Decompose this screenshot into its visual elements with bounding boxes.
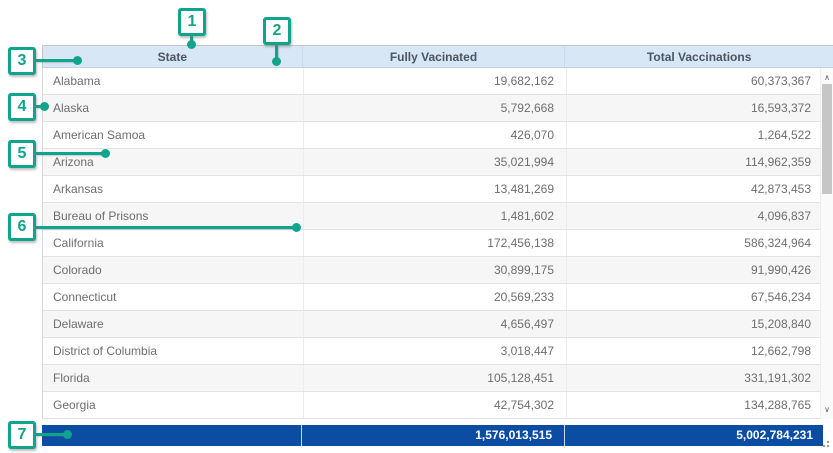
table-row-district-of-columbia[interactable]: District of Columbia 3,018,447 12,662,79… (43, 338, 821, 365)
cell-fully-vacinated: 5,792,668 (303, 95, 566, 121)
cell-fully-vacinated: 20,569,233 (303, 284, 566, 310)
cell-total-vaccinations: 60,373,367 (566, 68, 821, 94)
cell-total-vaccinations: 91,990,426 (566, 257, 821, 283)
callout-2-badge: 2 (263, 17, 291, 45)
summary-cell-state (42, 425, 302, 446)
cell-fully-vacinated: 105,128,451 (303, 365, 566, 391)
cell-total-vaccinations: 67,546,234 (566, 284, 821, 310)
cell-total-vaccinations: 114,962,359 (566, 149, 821, 175)
table-row-arkansas[interactable]: Arkansas 13,481,269 42,873,453 (43, 176, 821, 203)
cell-state: Georgia (43, 392, 303, 418)
table-row-alabama[interactable]: Alabama 19,682,162 60,373,367 (43, 68, 821, 95)
cell-state: Delaware (43, 311, 303, 337)
cell-state: Arkansas (43, 176, 303, 202)
callout-1-badge: 1 (178, 8, 206, 36)
callout-7-dot (63, 430, 72, 439)
scrollbar-thumb[interactable] (822, 84, 832, 194)
cell-state: Connecticut (43, 284, 303, 310)
callout-7-badge: 7 (8, 421, 36, 449)
cell-state: American Samoa (43, 122, 303, 148)
table-row-colorado[interactable]: Colorado 30,899,175 91,990,426 (43, 257, 821, 284)
summary-cell-total-vaccinations: 5,002,784,231 (565, 425, 823, 446)
table-widget-screenshot: State Fully Vacinated Total Vaccinations… (0, 0, 833, 453)
cell-total-vaccinations: 12,662,798 (566, 338, 821, 364)
callout-4-dot (40, 102, 49, 111)
cell-total-vaccinations: 331,191,302 (566, 365, 821, 391)
cell-fully-vacinated: 19,682,162 (303, 68, 566, 94)
table-row-delaware[interactable]: Delaware 4,656,497 15,208,840 (43, 311, 821, 338)
cell-fully-vacinated: 1,481,602 (303, 203, 566, 229)
cell-fully-vacinated: 426,070 (303, 122, 566, 148)
callout-5-badge: 5 (8, 140, 36, 168)
column-header-total-vaccinations[interactable]: Total Vaccinations (565, 46, 833, 67)
callout-6-line (36, 226, 294, 229)
cell-state: Colorado (43, 257, 303, 283)
callout-3-dot (73, 56, 82, 65)
cell-total-vaccinations: 586,324,964 (566, 230, 821, 256)
callout-5-dot (101, 149, 110, 158)
callout-5-line (36, 152, 103, 155)
column-header-fully-vacinated[interactable]: Fully Vacinated (303, 46, 566, 67)
callout-4-badge: 4 (8, 93, 36, 121)
cell-state: Florida (43, 365, 303, 391)
cell-total-vaccinations: 15,208,840 (566, 311, 821, 337)
cell-total-vaccinations: 1,264,522 (566, 122, 821, 148)
cell-total-vaccinations: 4,096,837 (566, 203, 821, 229)
callout-7-line (36, 433, 66, 436)
cell-total-vaccinations: 16,593,372 (566, 95, 821, 121)
cell-total-vaccinations: 42,873,453 (566, 176, 821, 202)
summary-totals-row: 1,576,013,515 5,002,784,231 (42, 425, 823, 446)
table-row-arizona[interactable]: Arizona 35,021,994 114,962,359 (43, 149, 821, 176)
table-body: Alabama 19,682,162 60,373,367 Alaska 5,7… (42, 68, 821, 419)
cell-fully-vacinated: 30,899,175 (303, 257, 566, 283)
scroll-up-icon[interactable]: ∧ (821, 70, 833, 85)
table-row-alaska[interactable]: Alaska 5,792,668 16,593,372 (43, 95, 821, 122)
table-row-american-samoa[interactable]: American Samoa 426,070 1,264,522 (43, 122, 821, 149)
table-row-georgia[interactable]: Georgia 42,754,302 134,288,765 (43, 392, 821, 419)
cell-fully-vacinated: 3,018,447 (303, 338, 566, 364)
table-row-florida[interactable]: Florida 105,128,451 331,191,302 (43, 365, 821, 392)
cell-state: Alabama (43, 68, 303, 94)
table-row-connecticut[interactable]: Connecticut 20,569,233 67,546,234 (43, 284, 821, 311)
scroll-down-icon[interactable]: ∨ (821, 402, 833, 417)
cell-state: California (43, 230, 303, 256)
column-header-state[interactable]: State (43, 46, 303, 67)
summary-cell-fully-vacinated: 1,576,013,515 (302, 425, 565, 446)
callout-6-dot (292, 223, 301, 232)
cell-fully-vacinated: 42,754,302 (303, 392, 566, 418)
cell-fully-vacinated: 35,021,994 (303, 149, 566, 175)
table-row-california[interactable]: California 172,456,138 586,324,964 (43, 230, 821, 257)
callout-2-dot (272, 57, 281, 66)
cell-fully-vacinated: 4,656,497 (303, 311, 566, 337)
table-header-row: State Fully Vacinated Total Vaccinations (42, 45, 833, 68)
cell-fully-vacinated: 13,481,269 (303, 176, 566, 202)
cell-state: District of Columbia (43, 338, 303, 364)
callout-3-line (36, 59, 74, 62)
cell-fully-vacinated: 172,456,138 (303, 230, 566, 256)
cell-state: Alaska (43, 95, 303, 121)
callout-1-dot (187, 40, 196, 49)
resize-grip-icon[interactable] (823, 445, 825, 447)
cell-total-vaccinations: 134,288,765 (566, 392, 821, 418)
vertical-scrollbar[interactable]: ∧ ∨ (820, 68, 833, 419)
callout-3-badge: 3 (8, 47, 36, 75)
callout-6-badge: 6 (8, 213, 36, 241)
